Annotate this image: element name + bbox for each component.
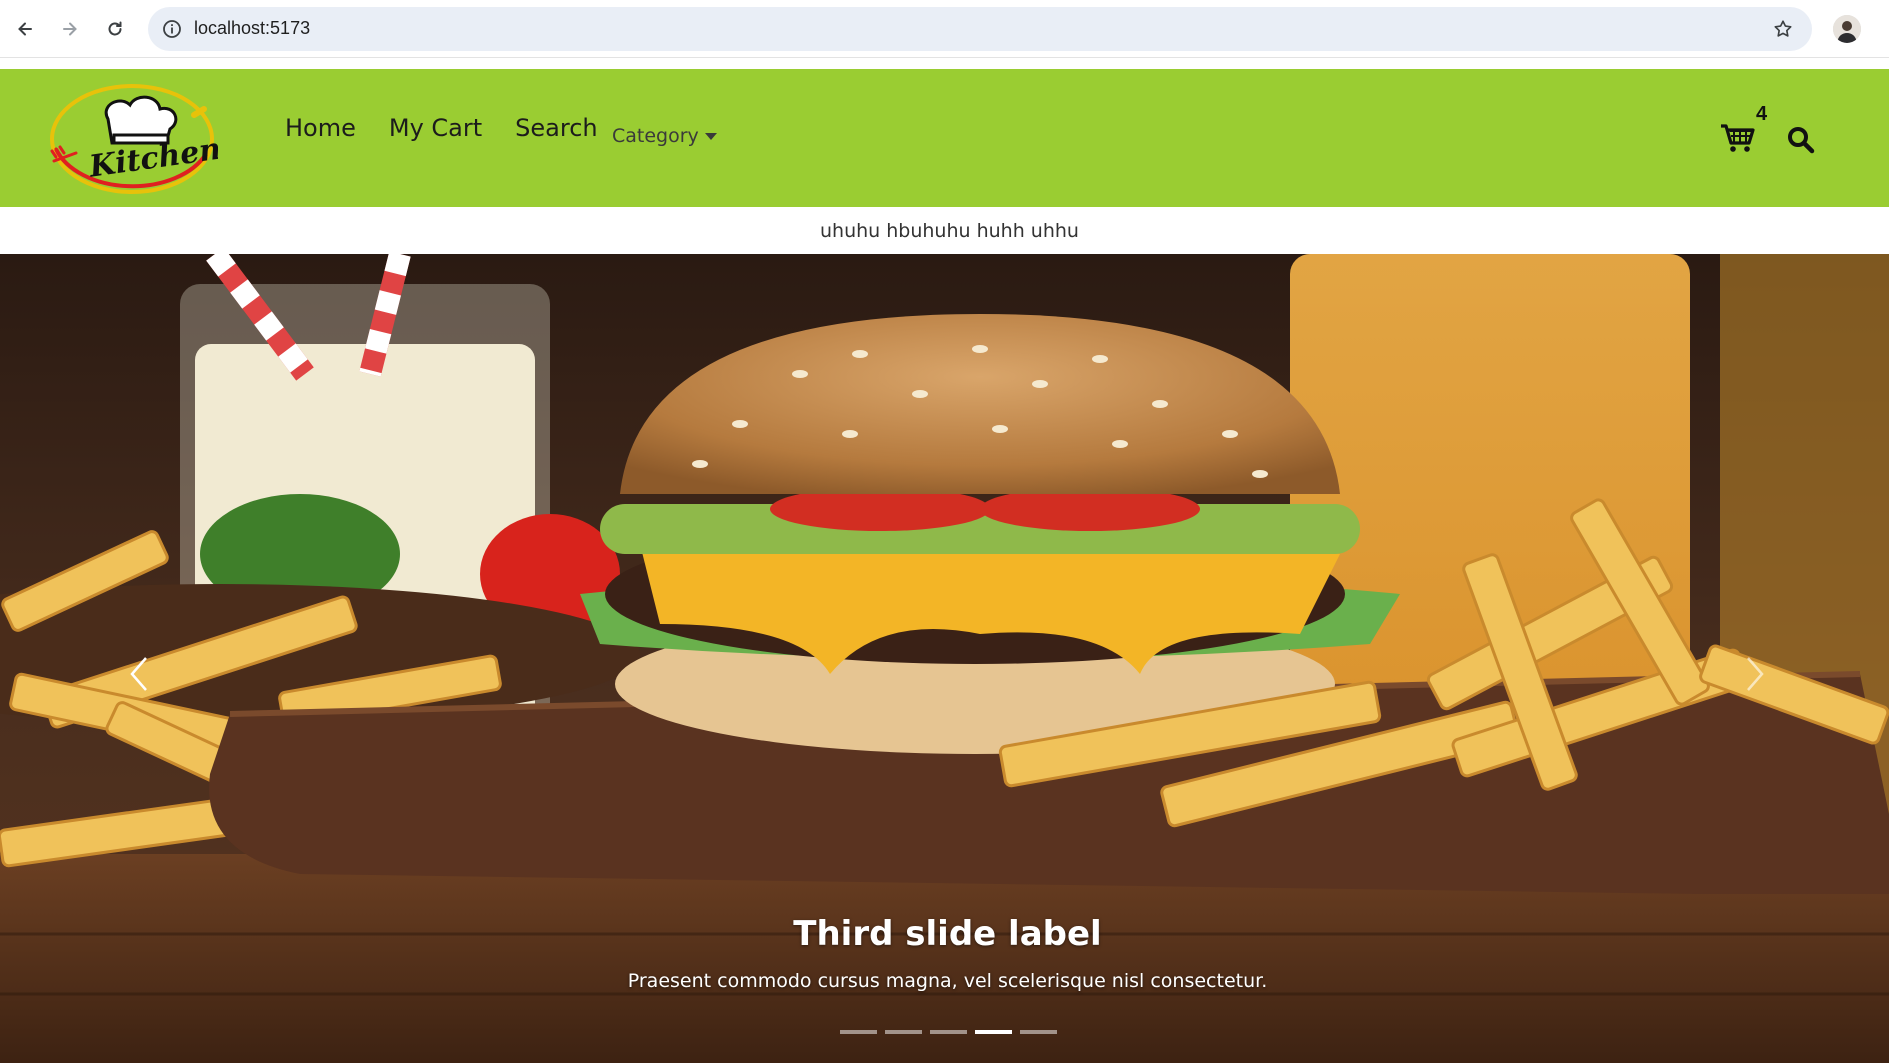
category-label: Category — [612, 125, 699, 147]
carousel-prev-button[interactable] — [110, 634, 170, 714]
nav-link-search[interactable]: Search — [515, 114, 597, 142]
nav-links: Home My Cart Search — [285, 114, 598, 142]
carousel-indicator[interactable] — [930, 1030, 967, 1034]
nav-link-my-cart[interactable]: My Cart — [389, 114, 482, 142]
cart-button[interactable] — [1718, 117, 1758, 157]
kitchen-logo[interactable]: Kitchen — [46, 79, 218, 197]
carousel-indicators — [840, 1030, 1057, 1034]
reload-button[interactable] — [99, 10, 131, 48]
forward-button[interactable] — [54, 10, 86, 48]
chevron-right-icon — [1747, 657, 1764, 691]
search-button[interactable] — [1786, 125, 1816, 155]
url-text[interactable]: localhost:5173 — [194, 18, 310, 39]
announcement-text: uhuhu hbuhuhu huhh uhhu — [820, 219, 1079, 242]
caption-text: Praesent commodo cursus magna, vel scele… — [627, 970, 1268, 992]
search-icon — [1788, 127, 1815, 154]
caption-title: Third slide label — [793, 914, 1102, 954]
carousel-indicator[interactable] — [1020, 1030, 1057, 1034]
profile-avatar[interactable] — [1833, 15, 1861, 43]
info-icon[interactable] — [162, 19, 182, 39]
carousel-indicator[interactable] — [840, 1030, 877, 1034]
arrow-right-icon — [63, 22, 77, 36]
caret-down-icon — [704, 132, 717, 140]
address-bar[interactable]: localhost:5173 — [148, 7, 1812, 51]
nav-link-home[interactable]: Home — [285, 114, 356, 142]
back-button[interactable] — [9, 10, 41, 48]
shopping-cart-icon — [1721, 124, 1755, 152]
browser-toolbar: localhost:5173 — [0, 0, 1889, 58]
arrow-left-icon — [18, 22, 32, 36]
category-dropdown[interactable]: Category — [612, 125, 717, 147]
reload-icon — [108, 21, 122, 36]
site-navbar: Kitchen Home My Cart Search Category 4 — [0, 69, 1889, 207]
announcement-bar: uhuhu hbuhuhu huhh uhhu — [0, 207, 1889, 254]
star-outline-icon[interactable] — [1772, 18, 1794, 40]
hero-carousel: Third slide label Praesent commodo cursu… — [0, 254, 1889, 1063]
carousel-next-button[interactable] — [1724, 634, 1784, 714]
chevron-left-icon — [130, 657, 147, 691]
carousel-indicator[interactable] — [885, 1030, 922, 1034]
cart-count-badge: 4 — [1756, 103, 1768, 125]
carousel-indicator[interactable] — [975, 1030, 1012, 1034]
avatar-image — [1833, 15, 1861, 43]
